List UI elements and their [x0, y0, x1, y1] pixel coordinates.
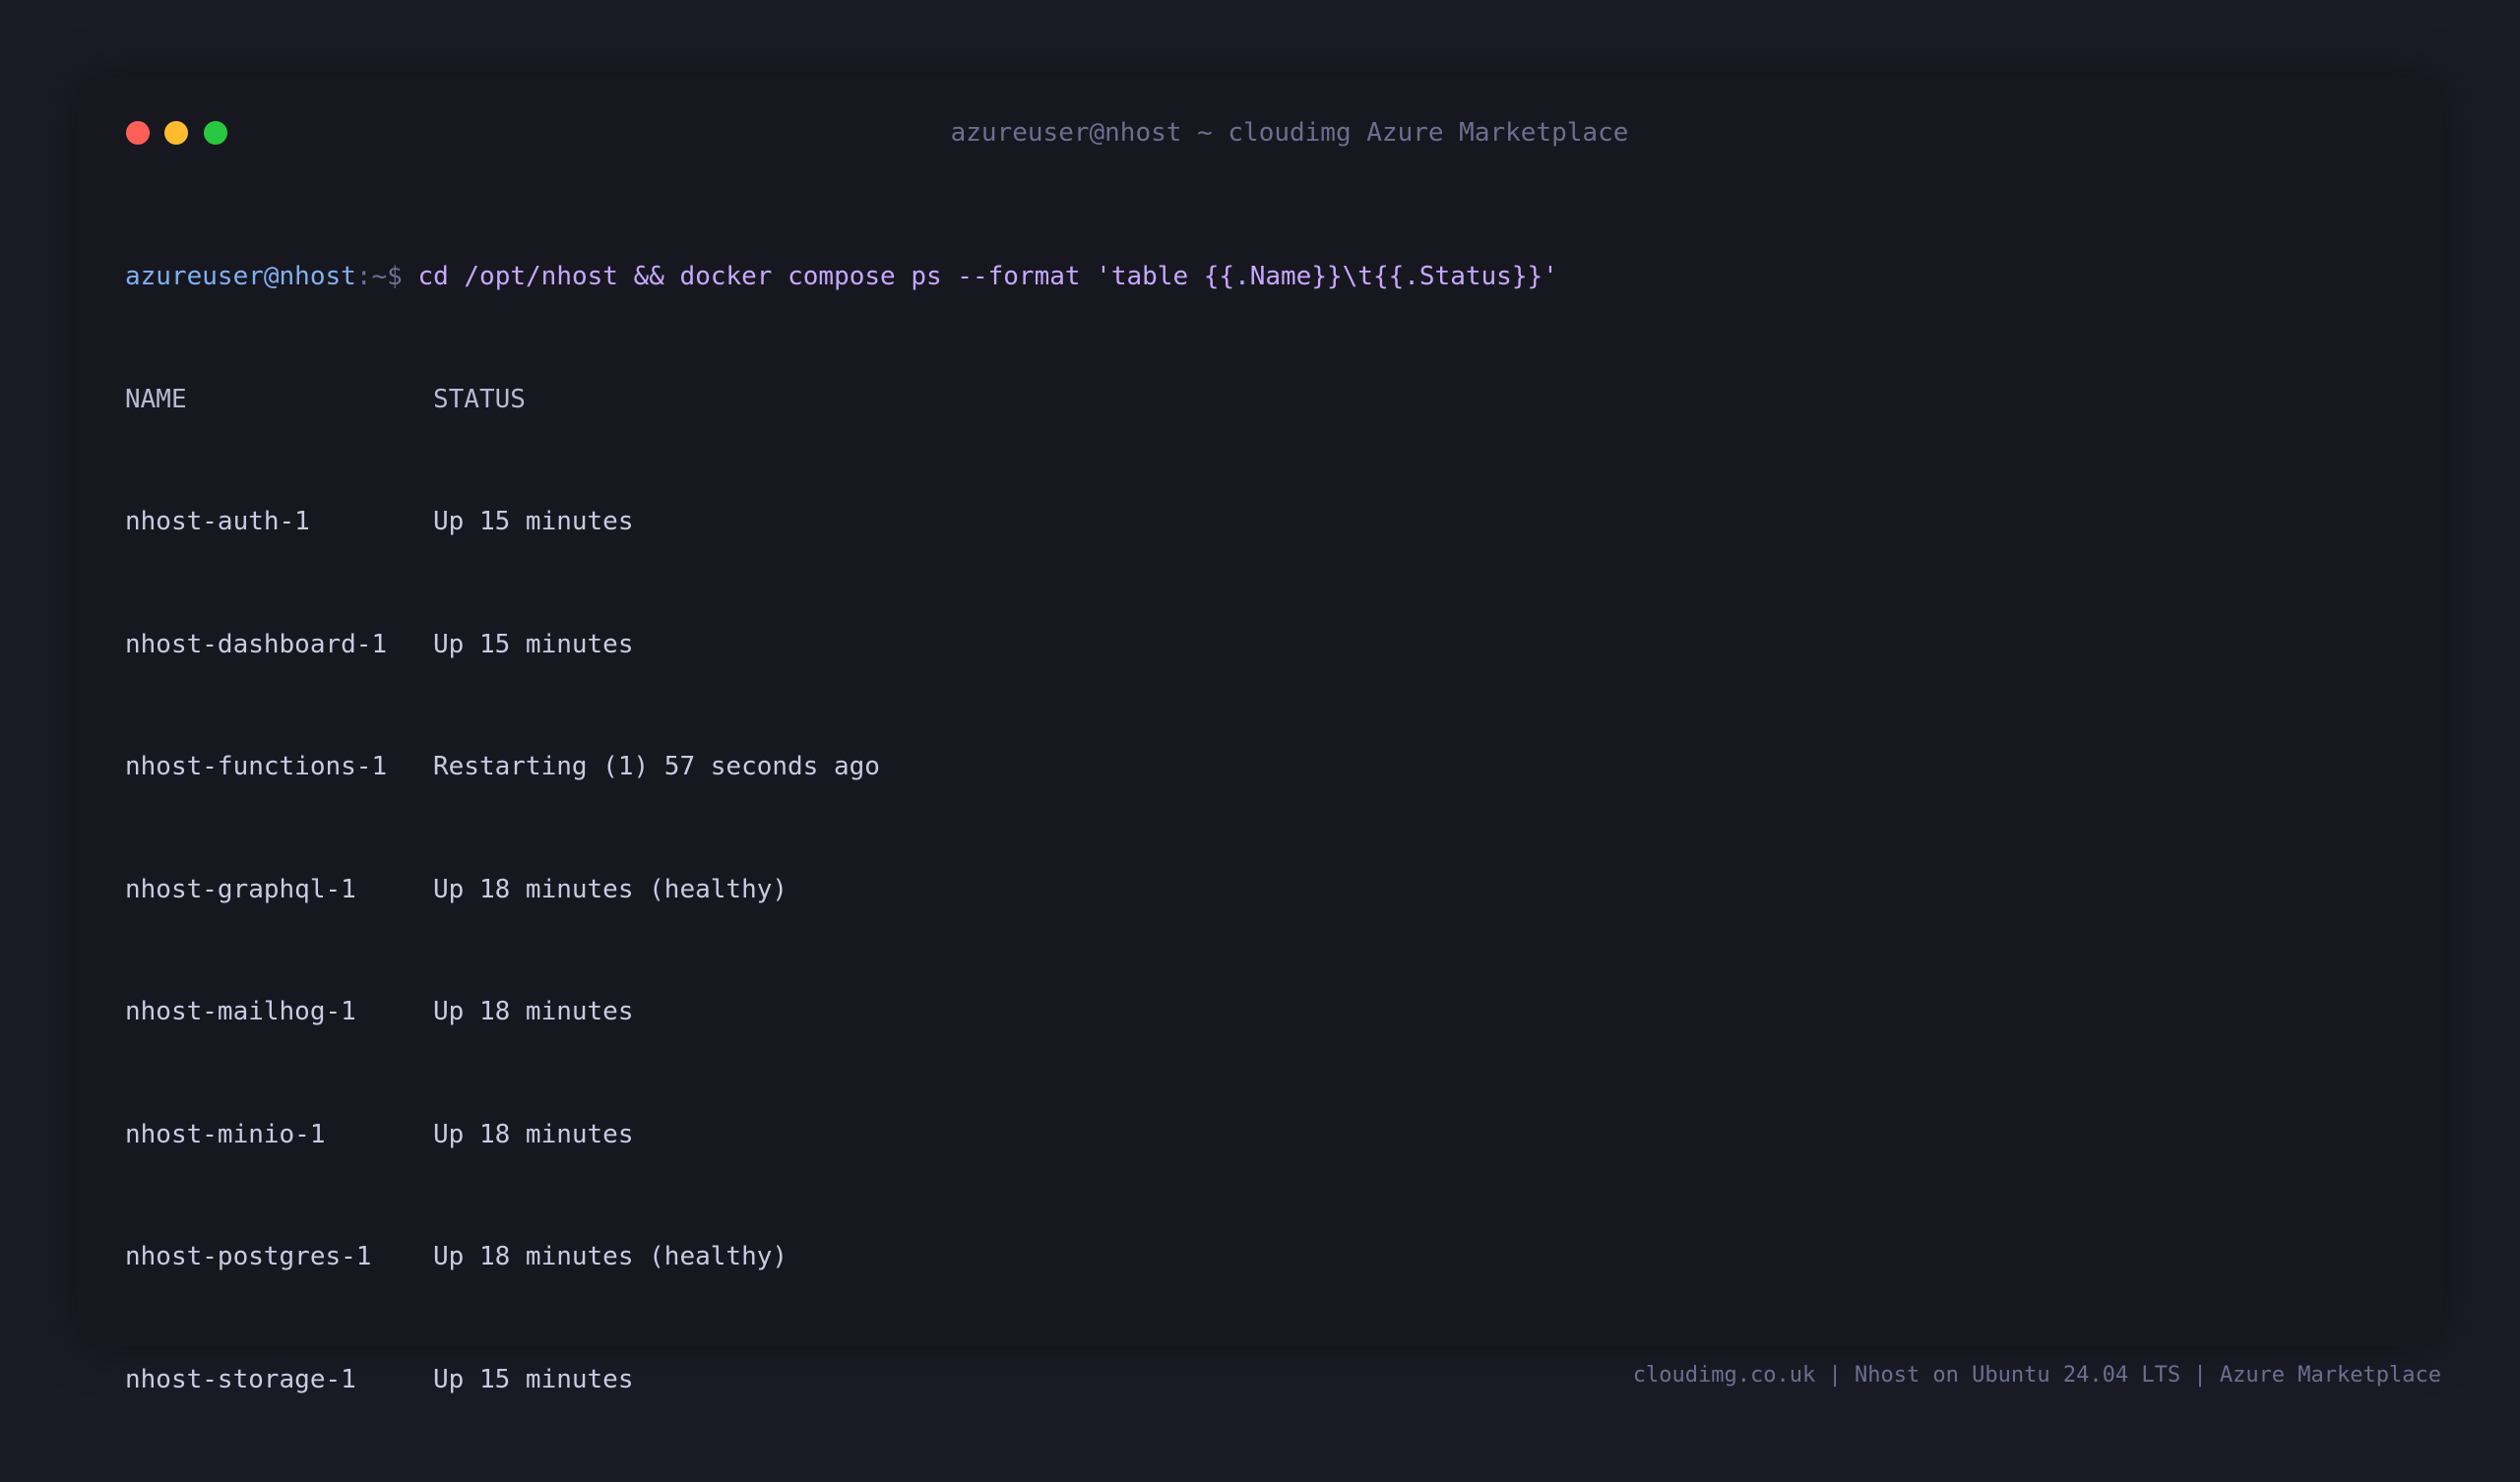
container-status: Up 15 minutes	[433, 1364, 634, 1394]
container-status: Up 18 minutes (healthy)	[433, 874, 788, 904]
container-name: nhost-storage-1	[125, 1364, 356, 1394]
container-name: nhost-minio-1	[125, 1119, 326, 1149]
container-name: nhost-postgres-1	[125, 1242, 372, 1271]
container-name: nhost-graphql-1	[125, 874, 356, 904]
terminal-window[interactable]: azureuser@nhost ~ cloudimg Azure Marketp…	[77, 77, 2443, 1394]
footer-caption: cloudimg.co.uk | Nhost on Ubuntu 24.04 L…	[1632, 1363, 2441, 1388]
table-row: nhost-auth-1 Up 15 minutes	[125, 502, 1558, 543]
table-row: nhost-minio-1 Up 18 minutes	[125, 1115, 1558, 1156]
prompt-user: azureuser@nhost	[125, 262, 356, 291]
container-status: Up 15 minutes	[433, 507, 634, 536]
prompt-path: :~$	[355, 262, 418, 291]
window-title: azureuser@nhost ~ cloudimg Azure Marketp…	[950, 118, 1629, 148]
command-text: cd /opt/nhost && docker compose ps --for…	[417, 262, 1558, 291]
table-row: nhost-mailhog-1 Up 18 minutes	[125, 992, 1558, 1033]
container-status: Restarting (1) 57 seconds ago	[433, 752, 880, 781]
container-status: Up 18 minutes (healthy)	[433, 1242, 788, 1271]
table-row: nhost-postgres-1 Up 18 minutes (healthy)	[125, 1237, 1558, 1278]
table-row: nhost-graphql-1 Up 18 minutes (healthy)	[125, 870, 1558, 911]
command-line: azureuser@nhost:~$ cd /opt/nhost && dock…	[125, 257, 1558, 298]
table-row: nhost-storage-1 Up 15 minutes	[125, 1360, 1558, 1401]
container-name: nhost-auth-1	[125, 507, 310, 536]
container-status: Up 15 minutes	[433, 629, 634, 659]
container-name: nhost-dashboard-1	[125, 629, 388, 659]
container-status: Up 18 minutes	[433, 997, 634, 1026]
table-row: nhost-functions-1 Restarting (1) 57 secon…	[125, 747, 1558, 788]
container-status: Up 18 minutes	[433, 1119, 634, 1149]
table-row: nhost-dashboard-1 Up 15 minutes	[125, 625, 1558, 666]
terminal-output[interactable]: azureuser@nhost:~$ cd /opt/nhost && dock…	[125, 175, 1558, 1482]
container-name: nhost-functions-1	[125, 752, 388, 781]
header-name: NAME	[125, 384, 187, 414]
header-status: STATUS	[433, 384, 526, 414]
table-header: NAME STATUS	[125, 380, 1558, 421]
container-name: nhost-mailhog-1	[125, 997, 356, 1026]
title-bar: azureuser@nhost ~ cloudimg Azure Marketp…	[77, 77, 2443, 148]
